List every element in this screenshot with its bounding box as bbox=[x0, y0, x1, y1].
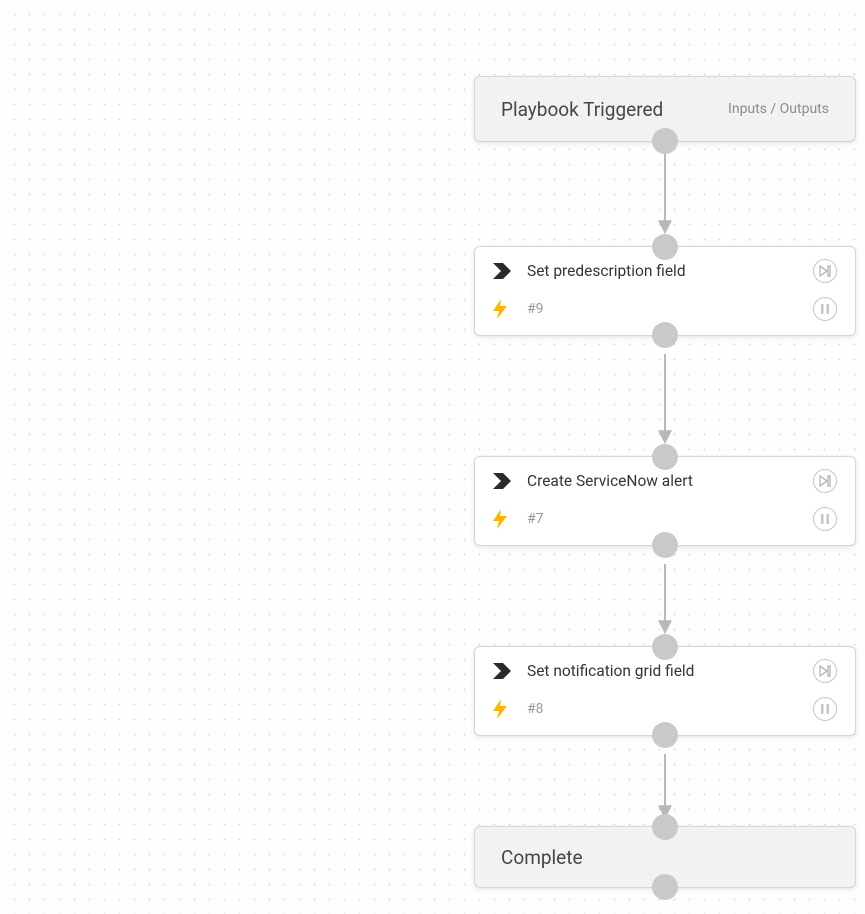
bolt-icon bbox=[493, 299, 515, 319]
skip-button[interactable] bbox=[813, 259, 837, 283]
pause-button[interactable] bbox=[813, 697, 837, 721]
chevron-icon bbox=[493, 263, 515, 279]
port-in[interactable] bbox=[652, 234, 678, 260]
step-title: Set notification grid field bbox=[527, 662, 807, 680]
port-in[interactable] bbox=[652, 444, 678, 470]
step-id: #8 bbox=[527, 701, 807, 717]
step-id: #9 bbox=[527, 301, 807, 317]
port-out[interactable] bbox=[652, 874, 678, 900]
complete-node[interactable]: Complete bbox=[474, 826, 856, 888]
trigger-node[interactable]: Playbook Triggered Inputs / Outputs bbox=[474, 76, 856, 142]
pause-button[interactable] bbox=[813, 297, 837, 321]
step-title: Set predescription field bbox=[527, 262, 807, 280]
playbook-canvas[interactable]: Playbook Triggered Inputs / Outputs Set … bbox=[0, 0, 865, 914]
step-node-1[interactable]: Set predescription field #9 bbox=[474, 246, 856, 336]
pause-button[interactable] bbox=[813, 507, 837, 531]
port-out[interactable] bbox=[652, 532, 678, 558]
step-node-3[interactable]: Set notification grid field #8 bbox=[474, 646, 856, 736]
port-in[interactable] bbox=[652, 814, 678, 840]
skip-button[interactable] bbox=[813, 469, 837, 493]
step-title: Create ServiceNow alert bbox=[527, 472, 807, 490]
trigger-title: Playbook Triggered bbox=[501, 98, 663, 121]
inputs-outputs-link[interactable]: Inputs / Outputs bbox=[728, 101, 829, 117]
port-out[interactable] bbox=[652, 322, 678, 348]
skip-button[interactable] bbox=[813, 659, 837, 683]
complete-title: Complete bbox=[501, 846, 583, 869]
step-id: #7 bbox=[527, 511, 807, 527]
chevron-icon bbox=[493, 473, 515, 489]
step-node-2[interactable]: Create ServiceNow alert #7 bbox=[474, 456, 856, 546]
port-in[interactable] bbox=[652, 634, 678, 660]
chevron-icon bbox=[493, 663, 515, 679]
bolt-icon bbox=[493, 699, 515, 719]
bolt-icon bbox=[493, 509, 515, 529]
port-out[interactable] bbox=[652, 722, 678, 748]
port-out[interactable] bbox=[652, 128, 678, 154]
